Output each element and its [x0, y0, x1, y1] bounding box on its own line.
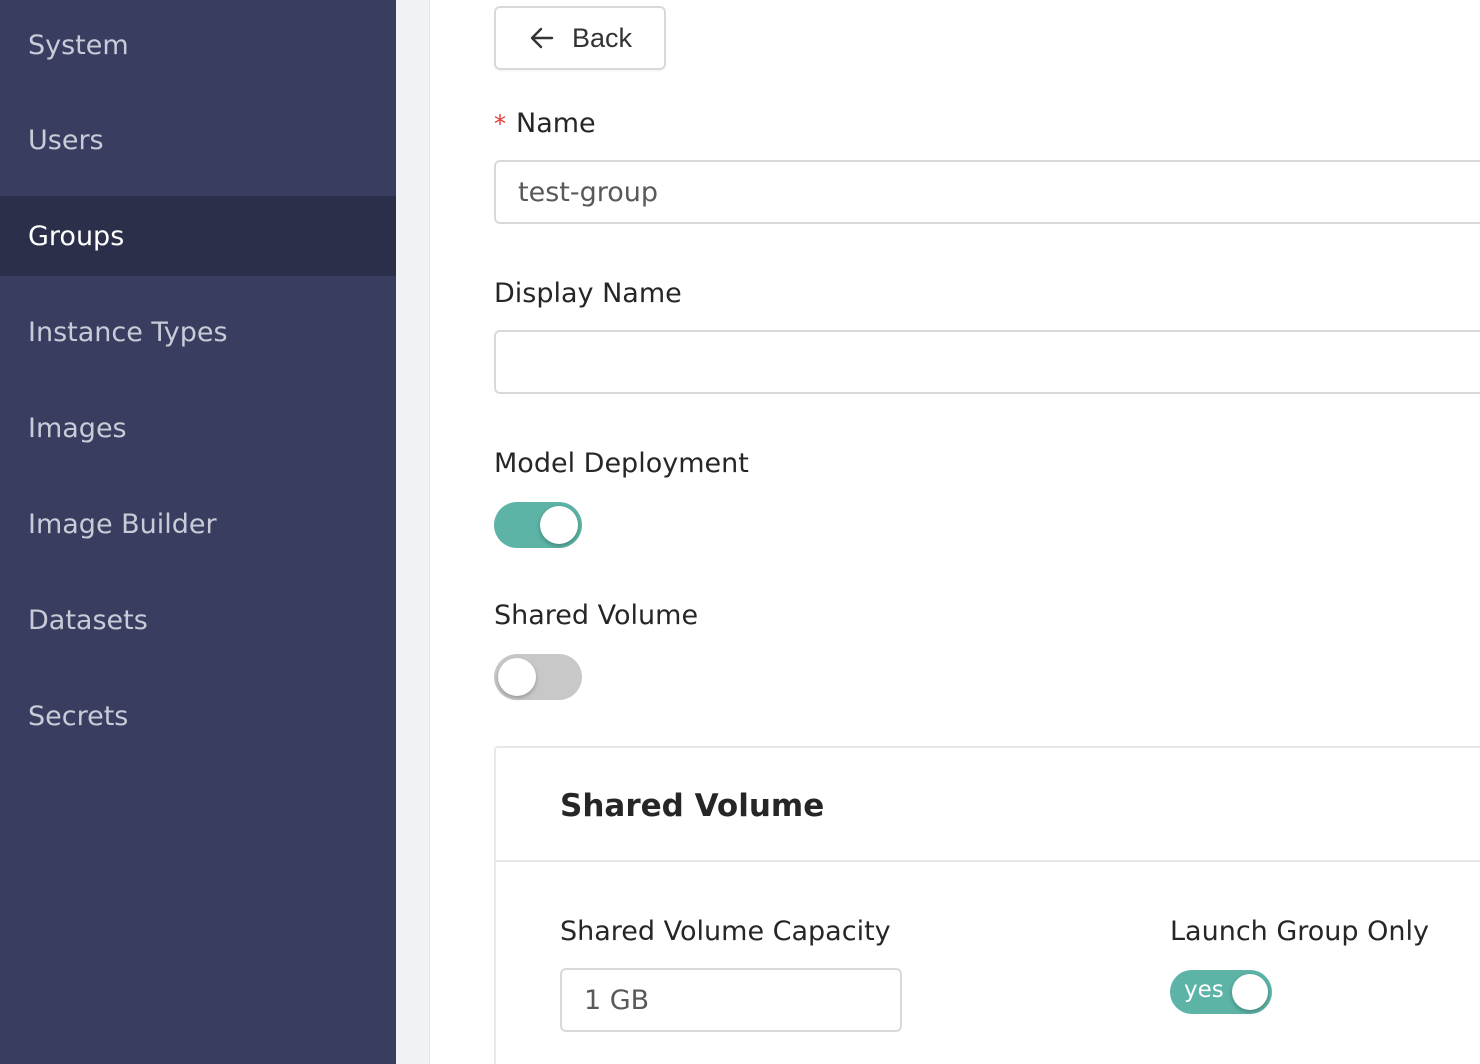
- launch-group-only-label: Launch Group Only: [1170, 916, 1429, 947]
- sidebar-item-label: Images: [28, 412, 127, 444]
- sidebar-item-groups[interactable]: Groups: [0, 196, 396, 276]
- back-button[interactable]: Back: [494, 6, 666, 70]
- required-mark: *: [494, 110, 506, 138]
- sidebar-item-label: Groups: [28, 220, 125, 252]
- model-deployment-switch[interactable]: [494, 502, 582, 548]
- sidebar-item-datasets[interactable]: Datasets: [0, 580, 396, 660]
- display-name-input[interactable]: [494, 330, 1480, 394]
- card-header: Shared Volume: [496, 748, 1480, 862]
- model-deployment-label: Model Deployment: [494, 448, 749, 479]
- sidebar-item-label: Instance Types: [28, 316, 228, 348]
- shared-volume-capacity-input[interactable]: [560, 968, 902, 1032]
- sidebar-item-instance-types[interactable]: Instance Types: [0, 292, 396, 372]
- sidebar-item-label: System: [28, 29, 129, 61]
- group-form: Back * Name Display Name Model Deployment…: [430, 0, 1480, 1064]
- switch-knob: [498, 658, 536, 696]
- sidebar-item-system[interactable]: System: [0, 5, 396, 85]
- name-input[interactable]: [494, 160, 1480, 224]
- sidebar-item-label: Secrets: [28, 700, 129, 732]
- sidebar-item-label: Datasets: [28, 604, 148, 636]
- name-label-text: Name: [516, 108, 596, 139]
- shared-volume-switch[interactable]: [494, 654, 582, 700]
- switch-text: yes: [1184, 977, 1224, 1003]
- sidebar-item-label: Image Builder: [28, 508, 217, 540]
- content-gutter: [396, 0, 430, 1064]
- display-name-label: Display Name: [494, 278, 682, 309]
- switch-knob: [540, 506, 578, 544]
- switch-knob: [1232, 974, 1268, 1010]
- name-label: * Name: [494, 108, 596, 139]
- app-window: System Users Groups Instance Types Image…: [0, 0, 1480, 1064]
- back-button-label: Back: [571, 22, 633, 53]
- shared-volume-label: Shared Volume: [494, 600, 699, 631]
- arrow-left-icon: [530, 27, 554, 49]
- shared-volume-card: Shared Volume Shared Volume Capacity Lau…: [494, 746, 1480, 1064]
- launch-group-only-switch[interactable]: yes: [1170, 970, 1272, 1014]
- sidebar-item-image-builder[interactable]: Image Builder: [0, 484, 396, 564]
- sidebar: System Users Groups Instance Types Image…: [0, 0, 396, 1064]
- shared-volume-capacity-label: Shared Volume Capacity: [560, 916, 891, 947]
- card-title: Shared Volume: [560, 788, 825, 824]
- sidebar-item-label: Users: [28, 124, 104, 156]
- sidebar-item-secrets[interactable]: Secrets: [0, 676, 396, 756]
- sidebar-item-users[interactable]: Users: [0, 100, 396, 180]
- sidebar-item-images[interactable]: Images: [0, 388, 396, 468]
